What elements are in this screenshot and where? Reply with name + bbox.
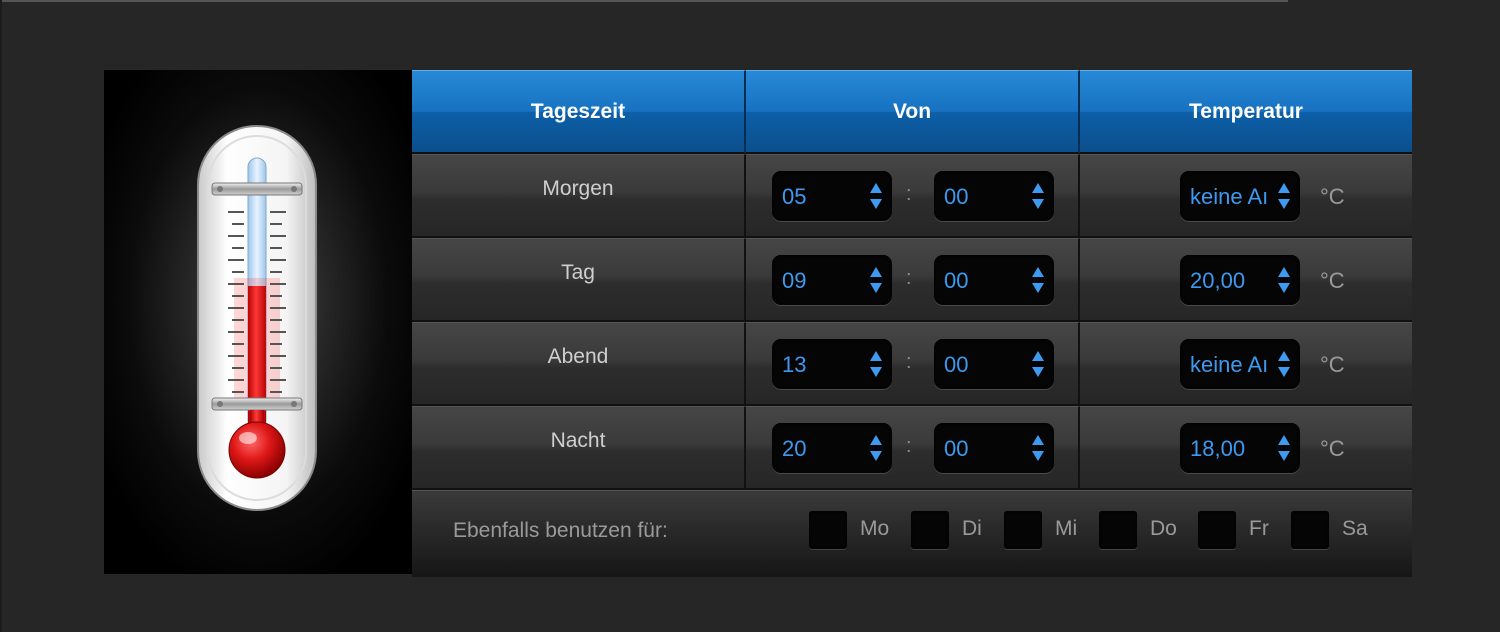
weekday-checkbox[interactable] (1004, 511, 1042, 549)
hour-select-nacht[interactable]: 20 (772, 423, 892, 473)
window-top-border (0, 0, 1288, 2)
schedule-table: Tageszeit Von Temperatur Morgen 05 : 00 … (412, 70, 1412, 577)
row-label-morgen: Morgen (542, 177, 614, 200)
header-von: Von (746, 70, 1080, 154)
weekday-label: Mo (860, 517, 890, 540)
header-tageszeit: Tageszeit (412, 70, 746, 154)
spinner-arrows-icon (870, 183, 882, 209)
table-row: Abend 13 : 00 keine Aı °C (412, 322, 1412, 406)
time-separator: : (906, 267, 912, 289)
window-left-border (0, 0, 2, 632)
weekday-footer: Ebenfalls benutzen für: Mo Di Mi Do Fr S… (412, 490, 1412, 577)
spinner-arrows-icon (1032, 183, 1044, 209)
minute-select-abend[interactable]: 00 (934, 339, 1054, 389)
weekday-label: Do (1150, 517, 1177, 540)
weekday-checkbox[interactable] (1291, 511, 1329, 549)
weekday-checkbox[interactable] (1198, 511, 1236, 549)
weekday-checkbox[interactable] (809, 511, 847, 549)
temp-select-nacht[interactable]: 18,00 (1180, 423, 1300, 473)
spinner-arrows-icon (1032, 267, 1044, 293)
thermometer-icon (197, 125, 317, 511)
spinner-arrows-icon (1032, 351, 1044, 377)
time-separator: : (906, 183, 912, 205)
spinner-arrows-icon (870, 351, 882, 377)
minute-select-tag[interactable]: 00 (934, 255, 1054, 305)
row-label-nacht: Nacht (550, 429, 606, 452)
hour-select-abend[interactable]: 13 (772, 339, 892, 389)
thermometer-panel (104, 70, 412, 574)
header-temperatur: Temperatur (1080, 70, 1412, 154)
weekday-label: Di (962, 517, 982, 540)
unit-label: °C (1320, 436, 1345, 461)
minute-select-nacht[interactable]: 00 (934, 423, 1054, 473)
weekday-label: Fr (1249, 517, 1269, 540)
unit-label: °C (1320, 184, 1345, 209)
hour-select-morgen[interactable]: 05 (772, 171, 892, 221)
weekday-checkbox[interactable] (911, 511, 949, 549)
time-separator: : (906, 435, 912, 457)
time-separator: : (906, 351, 912, 373)
spinner-arrows-icon (1278, 435, 1290, 461)
also-use-for-label: Ebenfalls benutzen für: (453, 519, 668, 542)
temp-select-morgen[interactable]: keine Aı (1180, 171, 1300, 221)
weekday-label: Mi (1055, 517, 1078, 540)
table-row: Morgen 05 : 00 keine Aı °C (412, 154, 1412, 238)
minute-select-morgen[interactable]: 00 (934, 171, 1054, 221)
spinner-arrows-icon (870, 435, 882, 461)
unit-label: °C (1320, 268, 1345, 293)
weekday-checkbox[interactable] (1099, 511, 1137, 549)
table-header: Tageszeit Von Temperatur (412, 70, 1412, 154)
spinner-arrows-icon (1278, 267, 1290, 293)
table-row: Tag 09 : 00 20,00 °C (412, 238, 1412, 322)
hour-select-tag[interactable]: 09 (772, 255, 892, 305)
temp-select-abend[interactable]: keine Aı (1180, 339, 1300, 389)
spinner-arrows-icon (1278, 351, 1290, 377)
row-label-abend: Abend (547, 345, 609, 368)
spinner-arrows-icon (1032, 435, 1044, 461)
weekday-label: Sa (1342, 517, 1368, 540)
unit-label: °C (1320, 352, 1345, 377)
spinner-arrows-icon (1278, 183, 1290, 209)
table-row: Nacht 20 : 00 18,00 °C (412, 406, 1412, 490)
row-label-tag: Tag (561, 261, 595, 284)
temp-select-tag[interactable]: 20,00 (1180, 255, 1300, 305)
spinner-arrows-icon (870, 267, 882, 293)
